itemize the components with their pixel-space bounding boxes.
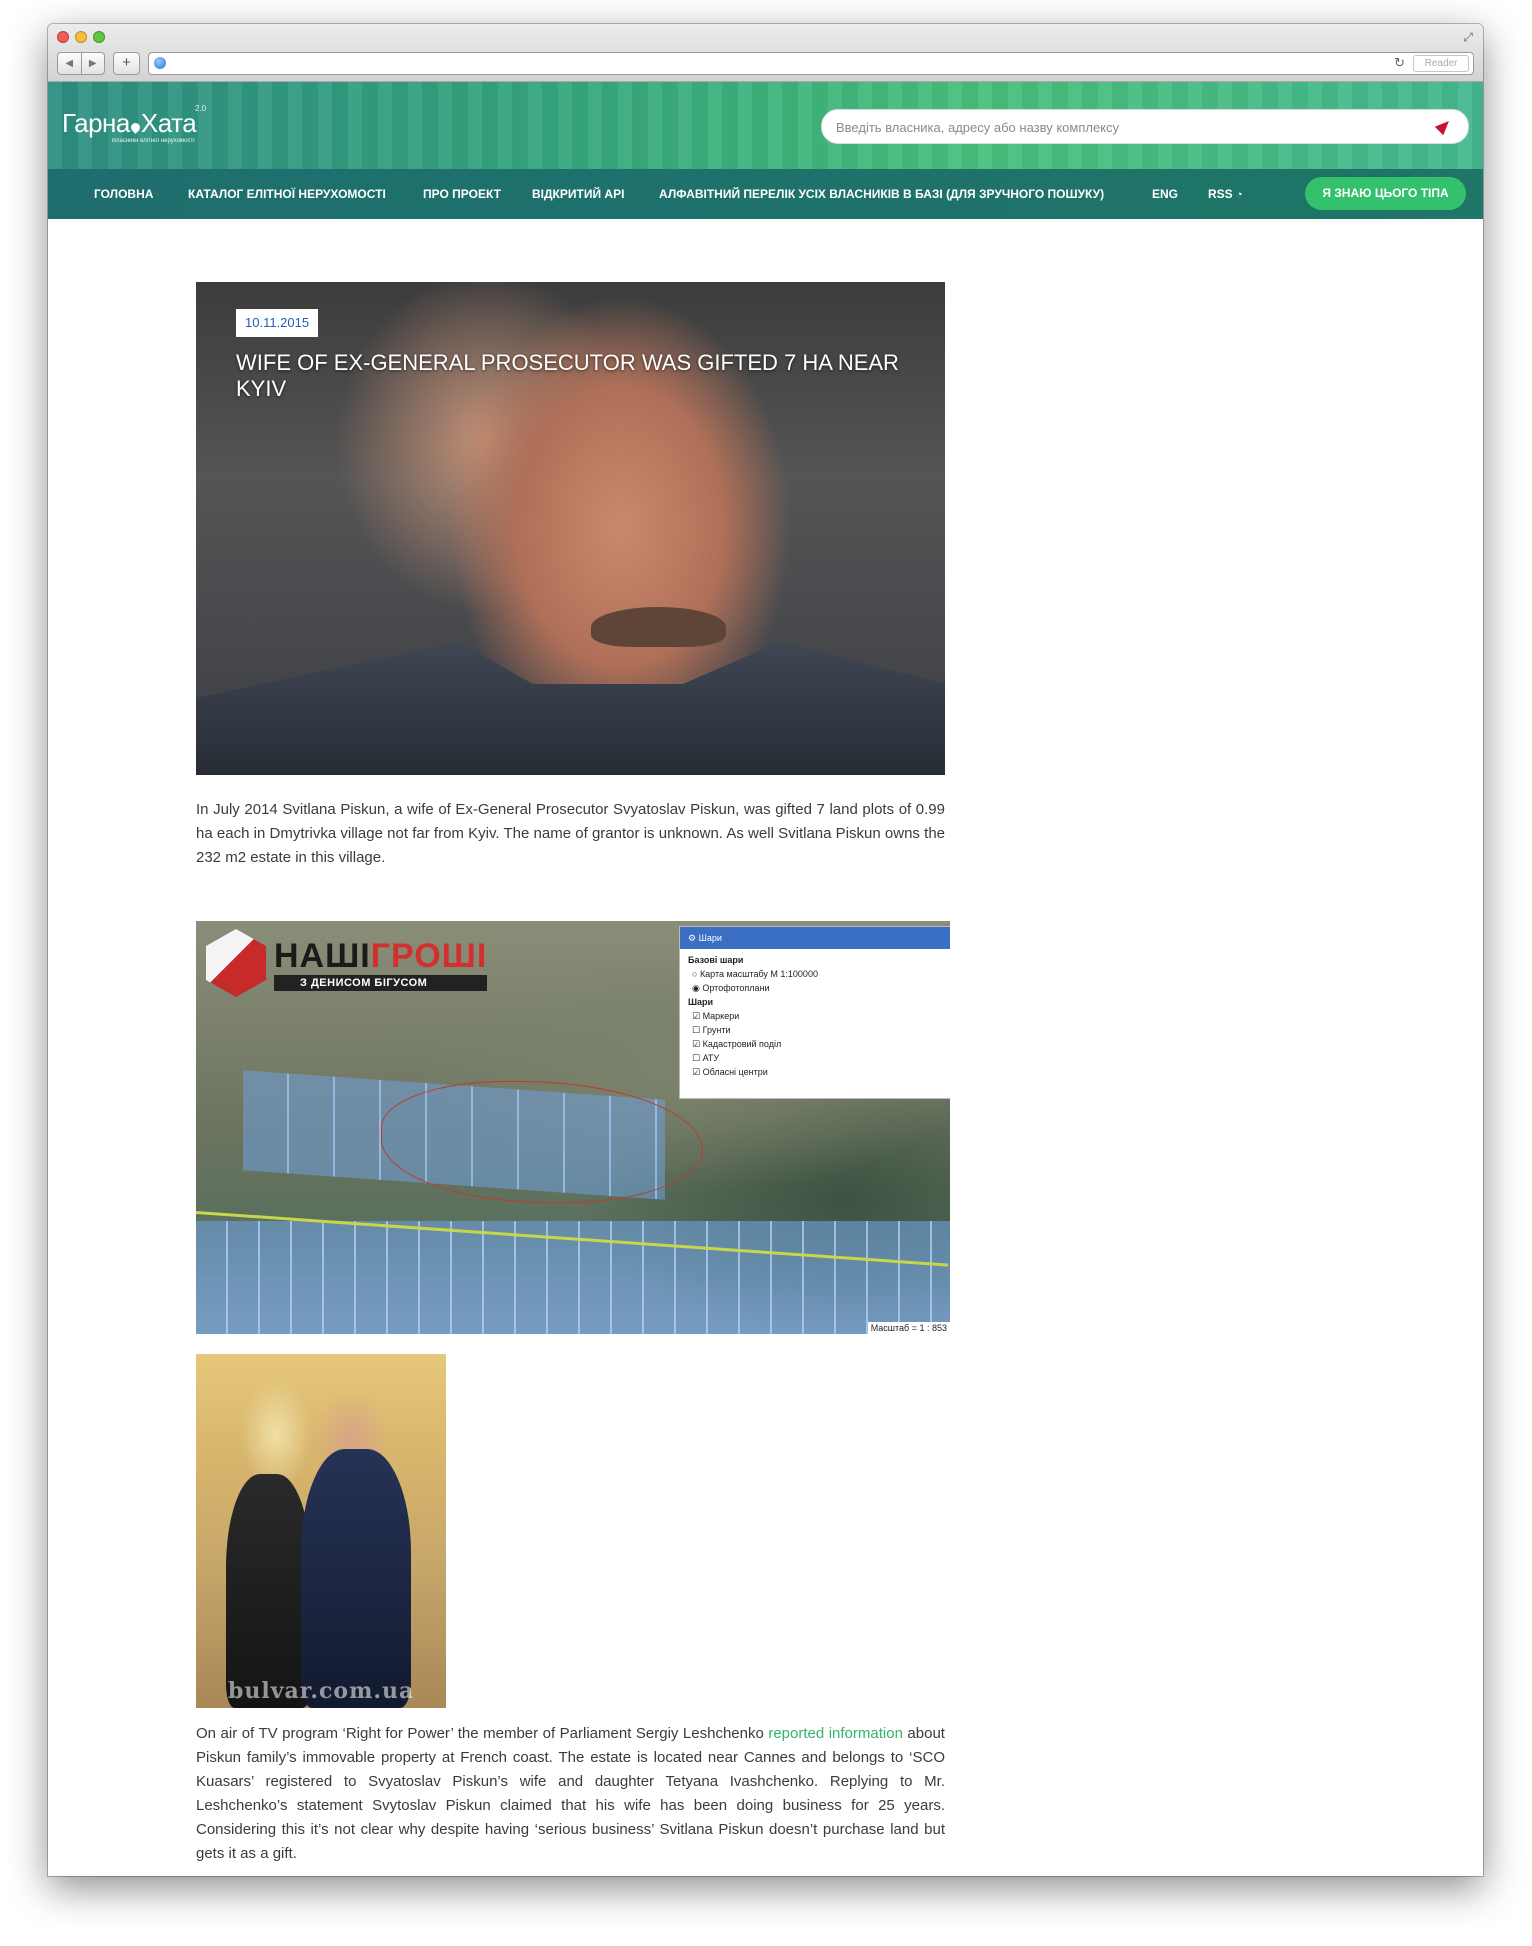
base-layers-heading: Базові шари [688,955,744,965]
nav-item-eng[interactable]: ENG [1152,169,1178,219]
hero-photo-suit [196,642,945,775]
logo-word-1: Гарна [62,108,130,138]
reported-information-link[interactable]: reported information [768,1725,903,1742]
nav-item-owners-list[interactable]: АЛФАВІТНИЙ ПЕРЕЛІК УСІХ ВЛАСНИКІВ В БАЗІ… [659,169,1104,219]
address-bar[interactable]: ↻ Reader [148,52,1474,75]
logo-tagline: Власники елітної нерухомості [112,138,195,144]
layers-heading: Шари [688,997,714,1007]
fullscreen-icon[interactable]: ⤢ [1463,30,1473,45]
main-nav: ГОЛОВНА КАТАЛОГ ЕЛІТНОЇ НЕРУХОМОСТІ ПРО … [48,169,1483,219]
pin-icon [128,121,142,134]
nav-item-rss[interactable]: RSS ◔ [1208,169,1243,219]
nav-item-home[interactable]: ГОЛОВНА [94,169,153,219]
gear-icon: ⚙ [688,933,697,943]
photo-man-figure [301,1449,411,1708]
layer-option: ☐ Грунти [692,1025,731,1035]
layer-option: ☑ Кадастровий поділ [692,1039,782,1049]
nav-item-about[interactable]: ПРО ПРОЕКТ [423,169,501,219]
photo-woman-figure [226,1474,311,1708]
layer-label: Обласні центри [702,1067,768,1077]
window-controls [57,31,105,43]
cadastral-map-image: НАШІГРОШІ З ДЕНИСОМ БІГУСОМ ⚙ Шари Базов… [196,921,950,1334]
layers-panel-header: ⚙ Шари [680,927,950,949]
rss-label: RSS [1208,187,1233,201]
globe-icon [154,57,166,69]
base-layer-option: ○ Карта масштабу М 1:100000 [692,969,818,979]
base-layer-label: Ортофотоплани [702,983,770,993]
back-button[interactable]: ◀ [58,53,82,74]
cube-logo-icon [206,929,266,997]
brand-title: НАШІГРОШІ [274,939,487,973]
map-scale-label: Масштаб = 1 : 853 [867,1322,950,1334]
site-logo[interactable]: Гарна Хата 2.0 Власники елітної нерухомос… [62,104,206,144]
nav-item-api[interactable]: ВІДКРИТИЙ API [532,169,624,219]
layer-option: ☑ Маркери [692,1011,740,1021]
article-hero-image: 10.11.2015 WIFE OF EX-GENERAL PROSECUTOR… [196,282,945,775]
couple-photo: bulvar.com.ua [196,1354,446,1708]
layer-option: ☐ АТУ [692,1053,720,1063]
layers-panel-title: Шари [698,933,722,943]
article-title: WIFE OF EX-GENERAL PROSECUTOR WAS GIFTED… [236,350,899,401]
layer-label: Кадастровий поділ [702,1039,782,1049]
logo-word-2: Хата [140,108,197,138]
hero-photo-detail [591,607,726,647]
site-header: Гарна Хата 2.0 Власники елітної нерухомос… [48,82,1483,169]
base-layer-option: ◉ Ортофотоплани [692,983,770,993]
close-window-button[interactable] [57,31,69,43]
layer-option: ☑ Обласні центри [692,1067,768,1077]
reload-icon[interactable]: ↻ [1394,55,1405,71]
zoom-window-button[interactable] [93,31,105,43]
paragraph-2-rest: about Piskun family’s immovable property… [196,1725,945,1862]
map-layers-panel: ⚙ Шари Базові шари ○ Карта масштабу М 1:… [679,926,950,1099]
layer-label: Грунти [702,1025,731,1035]
article-date-badge: 10.11.2015 [236,309,319,337]
locate-arrow-icon[interactable] [1434,116,1454,136]
layer-label: АТУ [702,1053,720,1063]
nashi-groshi-logo: НАШІГРОШІ З ДЕНИСОМ БІГУСОМ [206,929,488,997]
site-search [821,109,1469,144]
brand-title-a: НАШІ [274,937,371,975]
brand-title-b: ГРОШІ [370,937,488,975]
paragraph-2-lead: On air of TV program ‘Right for Power’ t… [196,1725,769,1742]
reader-button[interactable]: Reader [1413,55,1469,72]
photo-watermark: bulvar.com.ua [228,1678,415,1704]
browser-window: ⤢ ◀ ▶ + ↻ Reader Гарна Хата 2.0 Власники … [48,24,1483,1876]
search-input[interactable] [834,116,1428,138]
report-person-button[interactable]: Я ЗНАЮ ЦЬОГО ТІПА [1305,177,1466,210]
article-paragraph-1: In July 2014 Svitlana Piskun, a wife of … [196,801,945,866]
layer-label: Маркери [702,1011,740,1021]
browser-toolbar: ⤢ ◀ ▶ + ↻ Reader [48,24,1483,82]
new-tab-button[interactable]: + [113,52,140,75]
logo-version: 2.0 [195,104,207,113]
nav-item-catalog[interactable]: КАТАЛОГ ЕЛІТНОЇ НЕРУХОМОСТІ [188,169,386,219]
forward-button[interactable]: ▶ [82,53,105,74]
brand-subtitle: З ДЕНИСОМ БІГУСОМ [274,975,488,991]
rss-icon: ◔ [1236,189,1243,201]
history-buttons: ◀ ▶ [57,52,105,75]
article-paragraph-2: On air of TV program ‘Right for Power’ t… [196,1722,945,1866]
minimize-window-button[interactable] [75,31,87,43]
base-layer-label: Карта масштабу М 1:100000 [699,969,818,979]
